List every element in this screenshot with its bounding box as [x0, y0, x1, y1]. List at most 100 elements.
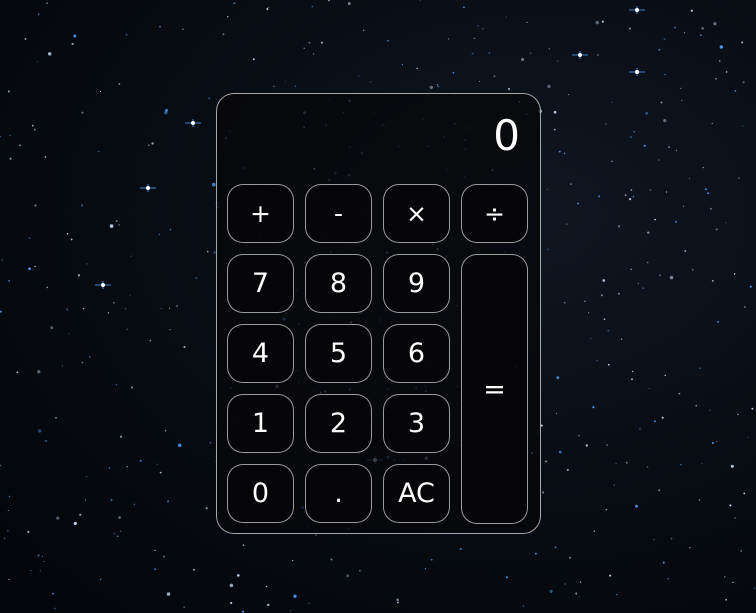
star: [629, 198, 632, 201]
star: [416, 67, 418, 69]
subtract-label: -: [333, 199, 344, 228]
star: [34, 204, 37, 207]
star: [0, 135, 2, 138]
star: [734, 89, 737, 92]
star: [645, 111, 649, 115]
star: [699, 367, 701, 369]
clear-button[interactable]: AC: [383, 464, 450, 523]
star: [308, 602, 310, 604]
star: [419, 0, 421, 1]
star: [86, 263, 88, 265]
star: [679, 463, 682, 466]
star: [222, 33, 225, 36]
star: [312, 53, 315, 55]
star: [549, 589, 553, 593]
digit-0-button[interactable]: 0: [227, 464, 294, 523]
star: [733, 273, 736, 275]
star: [119, 530, 122, 532]
star: [205, 507, 208, 510]
star: [115, 220, 118, 223]
star: [41, 555, 44, 558]
star: [632, 195, 635, 198]
star: [584, 300, 586, 303]
star: [289, 609, 292, 612]
add-button[interactable]: +: [227, 184, 294, 243]
multiply-button[interactable]: ×: [383, 184, 450, 243]
digit-1-button[interactable]: 1: [227, 394, 294, 453]
star: [50, 326, 54, 330]
star: [725, 71, 728, 73]
star: [698, 499, 701, 501]
star: [182, 28, 184, 30]
digit-3-button[interactable]: 3: [383, 394, 450, 453]
star: [116, 535, 119, 538]
star: [208, 97, 211, 100]
star: [311, 5, 314, 8]
star: [28, 267, 31, 271]
star: [430, 558, 433, 561]
star: [452, 71, 455, 74]
star: [242, 544, 245, 546]
star: [617, 225, 621, 228]
digit-6-button[interactable]: 6: [383, 324, 450, 383]
star: [47, 52, 52, 56]
star: [611, 160, 613, 162]
star: [631, 378, 633, 381]
star: [267, 6, 270, 9]
star: [99, 578, 102, 581]
sparkle-star: [185, 119, 201, 127]
star: [658, 48, 661, 51]
star: [303, 47, 305, 49]
star: [293, 594, 297, 598]
star: [695, 405, 697, 407]
digit-8-button[interactable]: 8: [305, 254, 372, 313]
star: [588, 312, 590, 314]
star: [156, 463, 158, 465]
star: [699, 34, 702, 37]
star: [115, 384, 117, 386]
star: [68, 333, 70, 335]
star: [291, 559, 294, 562]
star: [675, 220, 677, 223]
star: [624, 194, 627, 197]
star: [649, 189, 652, 191]
star: [233, 2, 236, 5]
star: [715, 78, 717, 80]
star: [52, 592, 54, 595]
star: [566, 223, 568, 225]
star: [602, 279, 606, 282]
star: [195, 277, 197, 279]
star: [479, 80, 481, 83]
star: [662, 561, 665, 564]
star: [473, 37, 476, 40]
star: [359, 569, 361, 572]
digit-7-button[interactable]: 7: [227, 254, 294, 313]
star: [153, 568, 157, 571]
equals-button[interactable]: =: [461, 254, 528, 524]
star: [579, 581, 582, 583]
clear-label: AC: [398, 478, 435, 509]
digit-5-button[interactable]: 5: [305, 324, 372, 383]
star: [28, 237, 31, 240]
star: [401, 64, 403, 66]
star: [43, 560, 45, 562]
decimal-button[interactable]: .: [305, 464, 372, 523]
subtract-button[interactable]: -: [305, 184, 372, 243]
star: [61, 365, 64, 367]
divide-button[interactable]: ÷: [461, 184, 528, 243]
star: [73, 521, 77, 526]
star: [437, 85, 440, 88]
digit-9-button[interactable]: 9: [383, 254, 450, 313]
star: [658, 159, 660, 161]
star: [66, 308, 69, 311]
star: [126, 328, 128, 330]
digit-2-button[interactable]: 2: [305, 394, 372, 453]
digit-4-button[interactable]: 4: [227, 324, 294, 383]
star: [719, 45, 723, 49]
star: [689, 546, 691, 549]
star: [555, 412, 558, 415]
star: [477, 25, 479, 27]
star: [711, 441, 714, 445]
star: [294, 85, 297, 87]
star: [663, 37, 666, 41]
